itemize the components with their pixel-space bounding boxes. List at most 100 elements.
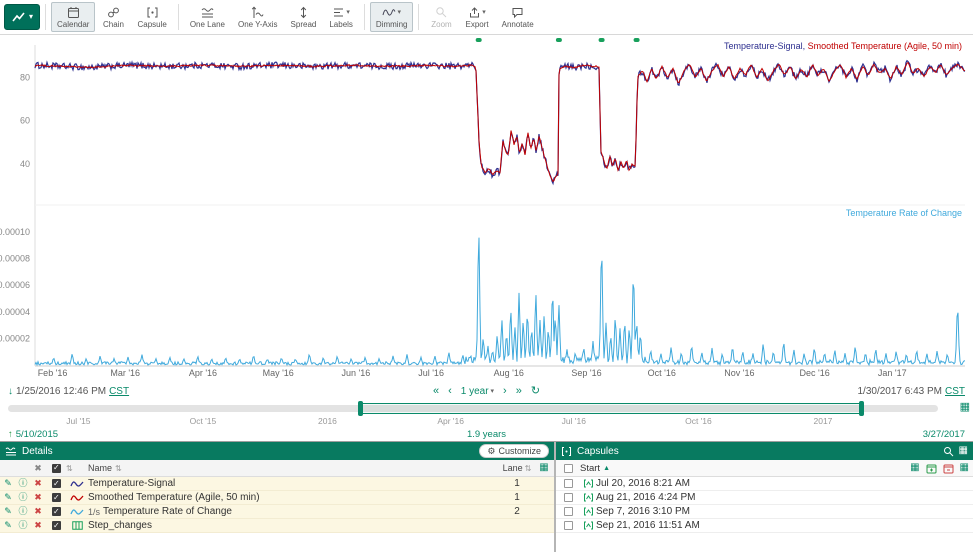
timezone-link[interactable]: CST — [109, 386, 129, 397]
capsule-checkbox[interactable] — [564, 521, 573, 530]
duration-dropdown[interactable]: 1 year▾ — [461, 386, 494, 397]
workbench-logo-button[interactable]: ▾ — [4, 4, 40, 30]
series-name[interactable]: Smoothed Temperature (Agile, 50 min) — [88, 492, 500, 503]
toolbar-chain-button[interactable]: Chain — [96, 2, 130, 32]
remove-capsule-time-icon[interactable] — [943, 463, 954, 474]
lane-column-header[interactable]: Lane⇅ — [500, 463, 534, 473]
trend-chart-svg[interactable]: 406080Temperature-Signal, Smoothed Tempe… — [0, 35, 973, 367]
edit-icon[interactable]: ✎ — [0, 479, 16, 488]
step-forward-button[interactable]: › — [503, 386, 507, 397]
details-table-header: ✖ ⇅ Name⇅ Lane⇅ ▦ — [0, 460, 554, 477]
capsule-checkbox[interactable] — [564, 493, 573, 502]
timeline-tick-label: 2016 — [318, 416, 337, 426]
signal-icon — [66, 493, 88, 502]
toolbar-spread-button[interactable]: Spread — [285, 2, 323, 32]
spread-icon — [297, 6, 310, 19]
chevron-down-icon: ▾ — [482, 9, 486, 16]
lane-value: 2 — [500, 506, 534, 517]
investigate-range-end[interactable]: 3/27/2017 — [923, 429, 965, 440]
annotate-icon — [511, 6, 524, 19]
display-range-start[interactable]: 1/25/2016 12:46 PM — [16, 386, 106, 397]
zoom-icon — [435, 6, 448, 19]
series-name[interactable]: Step_changes — [88, 520, 500, 531]
x-axis: Feb '16Mar '16Apr '16May '16Jun '16Jul '… — [0, 367, 973, 383]
capsule-start-value[interactable]: Jul 20, 2016 8:21 AM — [596, 478, 973, 489]
capsule-start-value[interactable]: Aug 21, 2016 4:24 PM — [596, 492, 973, 503]
refresh-icon[interactable]: ↻ — [531, 386, 540, 397]
toolbar-separator — [45, 4, 46, 30]
timeline-selection[interactable] — [360, 403, 862, 414]
capsule-table-icon[interactable]: ▦ — [910, 463, 919, 473]
toolbar-annotate-button[interactable]: Annotate — [496, 2, 540, 32]
capsules-grid-icon[interactable]: ▦ — [959, 446, 968, 456]
display-range-bar: ↓ 1/25/2016 12:46 PM CST « ‹ 1 year▾ › »… — [0, 383, 973, 400]
capsule-start-value[interactable]: Sep 7, 2016 3:10 PM — [596, 506, 973, 517]
toolbar-dimming-button[interactable]: ▾ Dimming — [370, 2, 414, 32]
x-axis-label: Mar '16 — [110, 368, 140, 378]
remove-icon[interactable]: ✖ — [30, 493, 46, 502]
capsules-table-header: Start▲ ▦ ▦ — [556, 460, 973, 477]
fast-forward-button[interactable]: » — [516, 386, 522, 397]
selection-left-handle[interactable] — [358, 401, 363, 416]
capsule-start-value[interactable]: Sep 21, 2016 11:51 AM — [596, 520, 973, 531]
capsule-type-icon — [580, 507, 596, 516]
toolbar-zoom-button[interactable]: Zoom — [424, 2, 458, 32]
toolbar-calendar-button[interactable]: Calendar — [51, 2, 95, 32]
dimming-icon — [382, 6, 396, 19]
toolbar-one-lane-button[interactable]: One Lane — [184, 2, 231, 32]
sort-asc-icon: ▲ — [603, 465, 610, 472]
customize-button[interactable]: ⚙ Customize — [479, 444, 549, 458]
info-icon[interactable]: ⓘ — [16, 493, 30, 502]
capsule-checkbox[interactable] — [564, 479, 573, 488]
trend-chart-area[interactable]: 406080Temperature-Signal, Smoothed Tempe… — [0, 35, 973, 367]
row-checkbox[interactable] — [52, 493, 61, 502]
capsule-checkbox[interactable] — [564, 507, 573, 516]
timeline-options-icon[interactable]: ▦ — [960, 402, 970, 413]
capsule-columns-icon[interactable]: ▦ — [960, 463, 969, 473]
capsules-panel: Capsules ▦ Start▲ ▦ ▦ Jul 20, 2016 8:21 … — [556, 442, 973, 552]
signal-icon — [66, 507, 88, 516]
remove-icon[interactable]: ✖ — [30, 479, 46, 488]
toolbar-one-y-axis-button[interactable]: One Y-Axis — [232, 2, 284, 32]
timezone-link[interactable]: CST — [945, 386, 965, 397]
capsule-row: Sep 21, 2016 11:51 AM — [556, 519, 973, 533]
select-all-checkbox[interactable] — [52, 464, 61, 473]
details-panel-header: Details ⚙ Customize — [0, 442, 554, 460]
remove-icon[interactable]: ✖ — [30, 507, 46, 516]
capsule-icon — [146, 6, 159, 19]
svg-text:0.00010: 0.00010 — [0, 227, 30, 237]
row-checkbox[interactable] — [52, 479, 61, 488]
select-all-capsules-checkbox[interactable] — [564, 464, 573, 473]
svg-text:0.00006: 0.00006 — [0, 280, 30, 290]
name-column-header[interactable]: Name⇅ — [88, 463, 500, 473]
toolbar-export-button[interactable]: ▾ Export — [459, 2, 494, 32]
x-axis-label: Jul '16 — [418, 368, 444, 378]
info-icon[interactable]: ⓘ — [16, 479, 30, 488]
capsule-row: Aug 21, 2016 4:24 PM — [556, 491, 973, 505]
edit-icon[interactable]: ✎ — [0, 507, 16, 516]
search-icon[interactable] — [943, 446, 954, 457]
row-checkbox[interactable] — [52, 521, 61, 530]
sort-type-icon[interactable]: ⇅ — [66, 464, 88, 473]
info-icon[interactable]: ⓘ — [16, 521, 30, 530]
edit-icon[interactable]: ✎ — [0, 493, 16, 502]
table-options-icon[interactable]: ▦ — [534, 463, 554, 473]
series-name[interactable]: Temperature-Signal — [88, 478, 500, 489]
row-checkbox[interactable] — [52, 507, 61, 516]
edit-icon[interactable]: ✎ — [0, 521, 16, 530]
selection-right-handle[interactable] — [859, 401, 864, 416]
display-range-end[interactable]: 1/30/2017 6:43 PM — [857, 386, 942, 397]
toolbar-labels-button[interactable]: ▾ Labels — [323, 2, 359, 32]
fast-back-button[interactable]: « — [433, 386, 439, 397]
toolbar-capsule-button[interactable]: Capsule — [131, 2, 172, 32]
toolbar-separator — [364, 4, 365, 30]
investigate-range-start[interactable]: 5/10/2015 — [16, 429, 58, 440]
details-row: ✎ ⓘ ✖ Temperature-Signal 1 — [0, 477, 554, 491]
info-icon[interactable]: ⓘ — [16, 507, 30, 516]
remove-all-icon[interactable]: ✖ — [30, 464, 46, 473]
add-capsule-time-icon[interactable] — [926, 463, 937, 474]
start-column-header[interactable]: Start▲ — [580, 463, 910, 474]
step-back-button[interactable]: ‹ — [448, 386, 452, 397]
remove-icon[interactable]: ✖ — [30, 521, 46, 530]
series-name[interactable]: 1/sTemperature Rate of Change — [88, 506, 500, 517]
